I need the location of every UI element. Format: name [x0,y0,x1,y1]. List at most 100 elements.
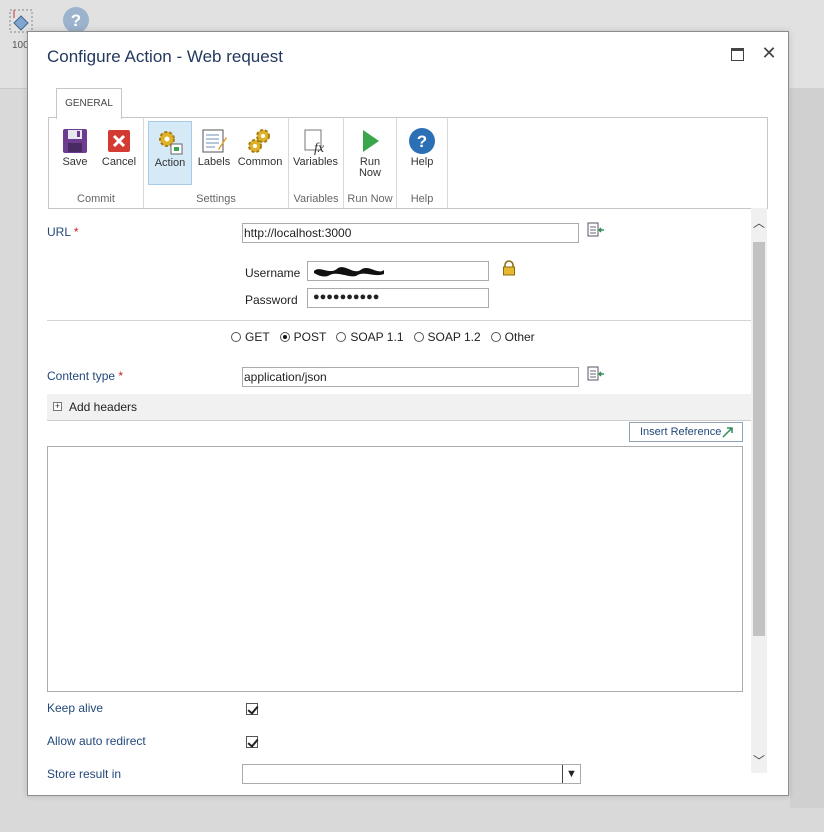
cancel-button[interactable]: Cancel [97,121,141,185]
store-result-select[interactable]: ▼ [242,764,581,784]
method-label: SOAP 1.1 [350,330,404,344]
redacted-username [314,267,384,277]
content-scrollbar[interactable]: ︿ ﹀ [751,208,767,773]
radio-circle-selected [279,332,290,342]
form-content: URL * Username Password ●●●●●●●●●● GET [47,208,751,795]
method-label: Other [504,330,535,344]
scroll-down-arrow-icon[interactable]: ﹀ [751,752,767,768]
add-headers-label: Add headers [69,400,138,414]
save-icon [63,129,87,153]
insert-reference-label: Insert Reference [640,426,722,438]
action-label: Action [154,157,186,169]
insert-arrow-icon [722,427,733,438]
request-body-textarea[interactable] [47,446,743,692]
username-input[interactable] [307,261,489,281]
content-type-input[interactable] [242,367,579,387]
method-label: GET [245,330,270,344]
ribbon-group-variables: fx Variables Variables [289,118,344,208]
help-button[interactable]: ? Help [400,121,444,185]
variables-fx-icon: fx [304,129,325,155]
content-type-label: Content type * [47,369,123,383]
radio-circle [231,332,241,342]
save-label: Save [62,156,88,168]
radio-circle [336,332,347,342]
cancel-label: Cancel [101,156,137,168]
commit-group-label: Commit [77,193,115,205]
common-gears-icon [248,129,270,153]
ribbon-group-settings: Action Labels Common Settings [144,118,289,208]
password-label: Password [245,293,298,307]
background-panel [790,88,824,808]
method-get-radio[interactable]: GET [231,330,270,344]
configure-action-dialog: Configure Action - Web request ✕ GENERAL… [27,31,789,796]
maximize-icon [730,48,744,61]
labels-label: Labels [197,156,231,168]
keep-alive-label: Keep alive [47,701,104,715]
labels-button[interactable]: Labels [192,121,236,185]
url-input[interactable] [242,223,579,243]
lock-icon[interactable] [502,260,516,276]
run-now-label-line2: Now [358,167,381,179]
content-type-label-text: Content type [47,369,116,383]
password-input[interactable]: ●●●●●●●●●● [307,288,489,308]
variables-label: Variables [293,156,339,168]
common-label: Common [237,156,283,168]
close-icon: ✕ [761,43,777,63]
maximize-button[interactable] [728,44,746,62]
common-button[interactable]: Common [236,121,284,185]
method-radio-group: GET POST SOAP 1.1 SOAP 1.2 Other [231,328,535,346]
method-soap12-radio[interactable]: SOAP 1.2 [413,330,481,344]
help-group-label: Help [410,193,434,205]
run-now-button[interactable]: Run Now [348,121,392,185]
checkmark-icon [247,736,259,748]
scroll-thumb[interactable] [753,242,765,636]
ribbon-group-run-now: Run Now Run Now [344,118,397,208]
allow-redirect-label: Allow auto redirect [47,734,146,748]
save-button[interactable]: Save [53,121,97,185]
dialog-title: Configure Action - Web request [47,47,283,66]
store-result-label: Store result in [47,767,122,781]
variables-button[interactable]: fx Variables [293,121,339,185]
variables-group-label: Variables [293,193,339,205]
close-button[interactable]: ✕ [760,44,778,62]
labels-icon [202,129,227,153]
cancel-icon [108,130,130,152]
content-type-required-marker: * [118,369,124,383]
insert-reference-button[interactable]: Insert Reference [629,422,743,442]
play-icon [363,130,379,152]
method-label: SOAP 1.2 [427,330,481,344]
help-icon: ? [62,6,90,34]
method-post-radio[interactable]: POST [279,330,327,344]
keep-alive-checkbox[interactable] [246,703,259,715]
method-label: POST [293,330,327,344]
tab-general[interactable]: GENERAL [56,88,122,119]
expand-plus-icon[interactable]: + [53,402,62,411]
svg-text:?: ? [71,11,81,30]
section-divider [47,320,751,321]
scroll-up-arrow-icon[interactable]: ︿ [751,214,767,230]
method-soap11-radio[interactable]: SOAP 1.1 [336,330,404,344]
run-now-group-label: Run Now [347,193,393,205]
svg-text:fx: fx [314,141,325,155]
allow-redirect-checkbox[interactable] [246,736,259,748]
settings-group-label: Settings [196,193,236,205]
svg-text:?: ? [417,132,427,151]
url-label-text: URL [47,225,71,239]
help-label: Help [410,156,434,168]
action-button[interactable]: Action [148,121,192,185]
username-label: Username [245,266,301,280]
action-gear-icon [159,131,183,155]
ribbon-group-commit: Save Cancel Commit [49,118,144,208]
ribbon-group-help: ? Help Help [397,118,448,208]
radio-circle [413,332,424,342]
method-other-radio[interactable]: Other [490,330,535,344]
help-question-icon: ? [409,128,435,154]
url-label: URL * [47,225,79,239]
checkmark-icon [247,703,259,715]
chevron-down-icon[interactable]: ▼ [562,765,580,783]
insert-reference-icon[interactable] [587,222,605,238]
url-required-marker: * [73,225,79,239]
add-headers-bar[interactable]: + Add headers [47,394,751,421]
radio-circle [490,332,501,342]
insert-reference-icon[interactable] [587,366,605,382]
